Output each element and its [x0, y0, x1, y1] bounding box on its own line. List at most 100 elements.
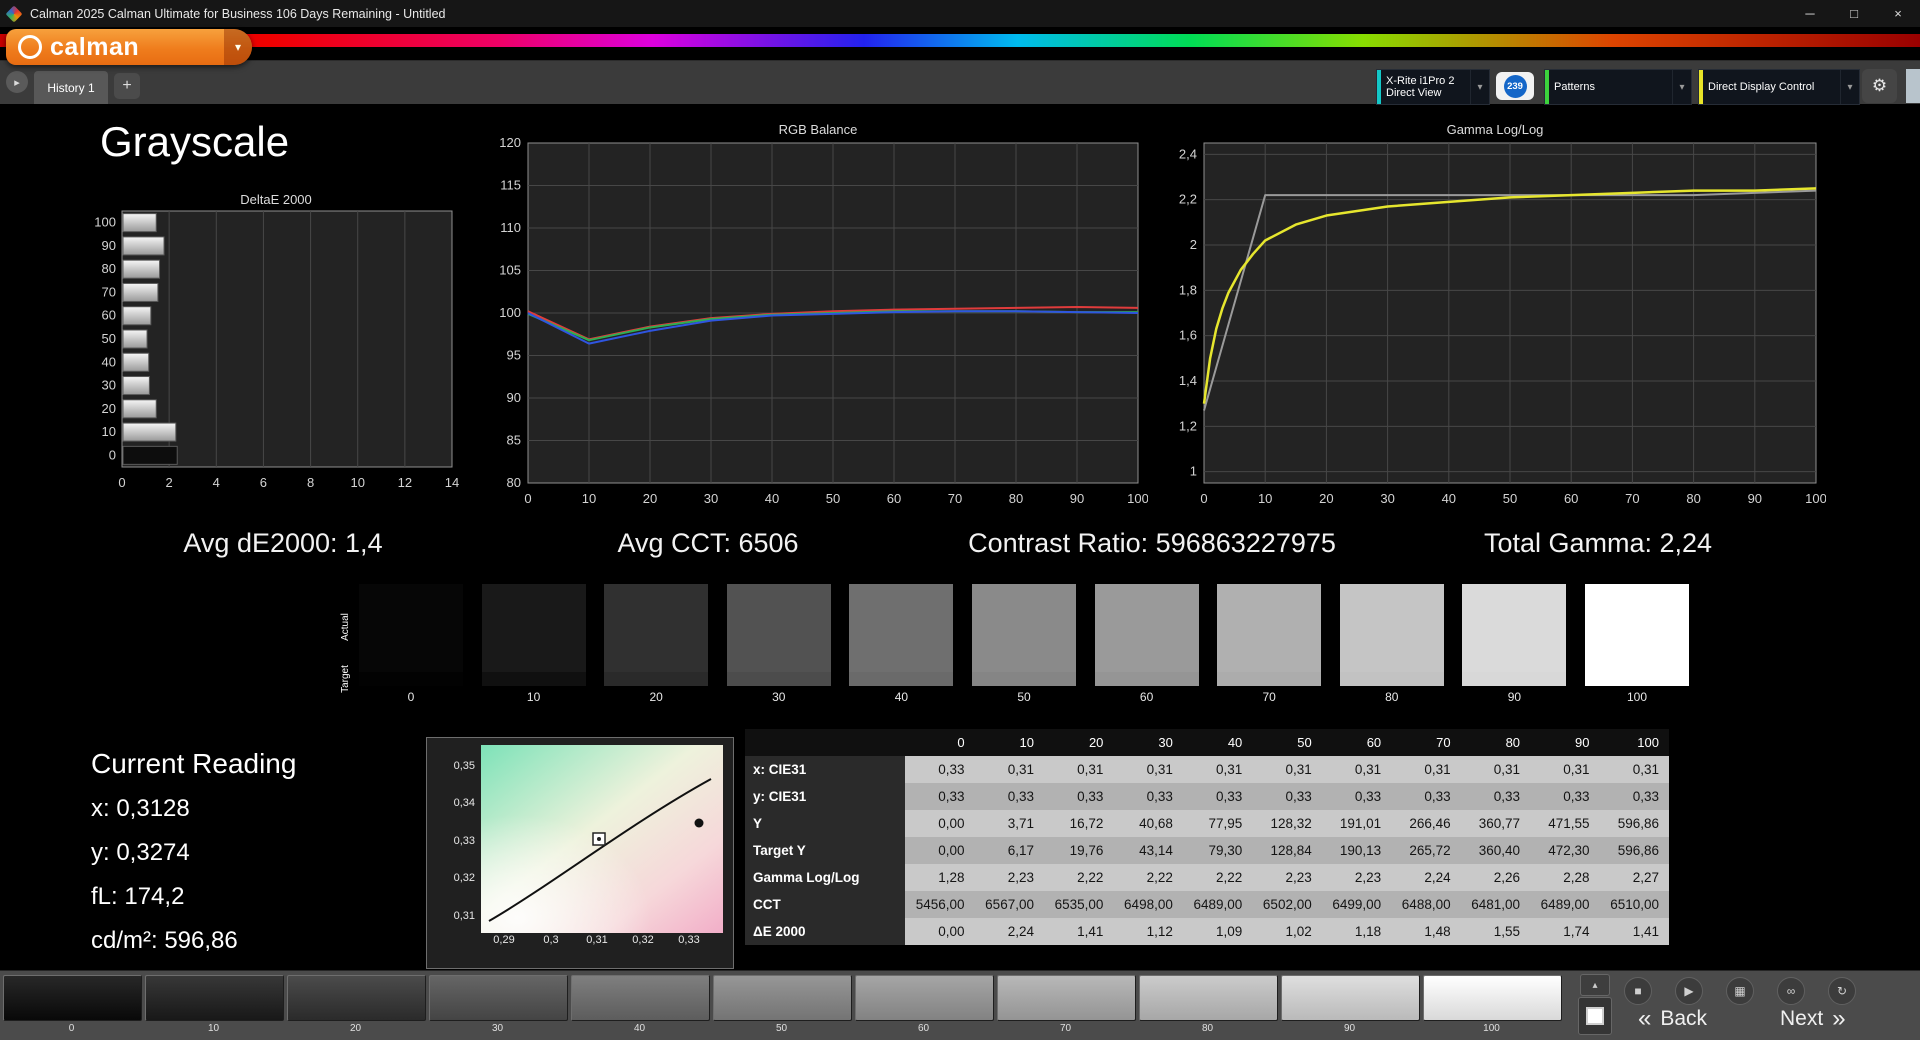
grayscale-swatch: 50	[972, 584, 1076, 704]
swatch-actual-color	[726, 584, 831, 672]
table-cell: 6481,00	[1460, 891, 1531, 918]
swatch-actual-color	[1585, 584, 1689, 672]
pattern-button-40[interactable]	[571, 975, 710, 1021]
table-row: Gamma Log/Log 1,28 2,23 2,22 2,22 2,22 2,23 2,2…	[745, 864, 1669, 891]
cie-x-tick: 0,31	[586, 934, 608, 946]
cie-y-tick: 0,35	[453, 760, 475, 772]
current-reading-line: y: 0,3274	[91, 839, 190, 866]
cie-x-tick: 0,33	[678, 934, 700, 946]
add-tab-button[interactable]: +	[114, 73, 140, 99]
pattern-button-80[interactable]	[1139, 975, 1278, 1021]
svg-text:90: 90	[507, 390, 521, 405]
table-cell: 128,32	[1252, 810, 1322, 837]
svg-text:80: 80	[1009, 491, 1023, 506]
maximize-button[interactable]: □	[1832, 0, 1876, 27]
table-cell: 0,31	[1460, 756, 1531, 783]
gamma-chart: Gamma Log/Log 0 10 20 30 40 50 60 70 80 90 100 2,4 2…	[1164, 122, 1827, 522]
table-cell: 2,22	[1113, 864, 1183, 891]
loop-icon: ∞	[1786, 984, 1796, 998]
minimize-button[interactable]: ─	[1788, 0, 1832, 27]
svg-text:0: 0	[109, 447, 116, 462]
cie-x-tick: 0,3	[543, 934, 559, 946]
svg-text:30: 30	[102, 378, 116, 393]
chevron-down-icon: ▾	[1470, 70, 1489, 104]
table-column-header: 60	[1321, 729, 1392, 756]
swatch-actual-color	[1217, 584, 1322, 672]
toolbar: ▸ History 1 + X-Rite i1Pro 2 Direct View…	[0, 60, 1920, 105]
grayscale-swatch: 100	[1585, 584, 1689, 704]
table-cell: 5456,00	[905, 891, 975, 918]
display-control-dropdown[interactable]: Direct Display Control ▾	[1698, 69, 1860, 105]
close-button[interactable]: ×	[1876, 0, 1920, 27]
table-cell: 0,31	[1182, 756, 1253, 783]
history-panel-toggle[interactable]: ▸	[6, 71, 28, 93]
table-cell: 2,23	[1321, 864, 1392, 891]
display-control-label: Direct Display Control	[1708, 81, 1815, 93]
swatch-target-color	[1339, 672, 1444, 686]
svg-text:90: 90	[1748, 491, 1762, 506]
calman-logo-icon	[18, 35, 42, 59]
cie-diagram	[481, 745, 723, 933]
play-button[interactable]: ▶	[1675, 977, 1703, 1005]
svg-text:110: 110	[500, 220, 521, 235]
table-cell: 0,33	[1182, 783, 1253, 810]
refresh-button[interactable]: ↻	[1828, 977, 1856, 1005]
pattern-button-label: 60	[917, 1023, 930, 1034]
table-cell: 3,71	[974, 810, 1044, 837]
svg-text:12: 12	[398, 475, 412, 490]
svg-text:1,8: 1,8	[1179, 282, 1197, 297]
pattern-button-100[interactable]	[1423, 975, 1562, 1021]
pattern-button-30[interactable]	[429, 975, 568, 1021]
partial-button[interactable]	[1906, 69, 1920, 103]
table-cell: 2,24	[1391, 864, 1461, 891]
swatch-label: 10	[526, 690, 541, 704]
table-cell: 0,33	[974, 783, 1044, 810]
table-cell: 1,55	[1460, 918, 1531, 945]
pattern-bar-collapse-button[interactable]: ▴	[1580, 974, 1610, 996]
svg-text:50: 50	[1503, 491, 1517, 506]
pattern-grid-button[interactable]: ▦	[1726, 977, 1754, 1005]
table-cell: 2,27	[1599, 864, 1669, 891]
table-column-header: 80	[1460, 729, 1531, 756]
pattern-button-20[interactable]	[287, 975, 426, 1021]
current-reading-line: fL: 174,2	[91, 883, 185, 910]
pattern-button-90[interactable]	[1281, 975, 1420, 1021]
calman-logo-menu[interactable]: calman ▾	[6, 29, 252, 65]
meter-status-badge[interactable]: 239	[1496, 72, 1534, 100]
table-cell: 0,33	[1252, 783, 1322, 810]
pattern-button-60[interactable]	[855, 975, 994, 1021]
grayscale-swatch: 40	[849, 584, 954, 704]
stop-button[interactable]: ■	[1624, 977, 1652, 1005]
pattern-button-label: 70	[1059, 1023, 1072, 1034]
next-button[interactable]: Next »	[1780, 1005, 1846, 1033]
back-button[interactable]: « Back	[1638, 1005, 1707, 1033]
table-cell: 0,33	[1460, 783, 1531, 810]
table-cell: 596,86	[1599, 837, 1669, 864]
table-cell: 6489,00	[1530, 891, 1600, 918]
current-reading-line: cd/m²: 596,86	[91, 927, 238, 954]
swatch-actual-color	[604, 584, 709, 672]
table-cell: 360,77	[1460, 810, 1531, 837]
settings-gear-button[interactable]: ⚙	[1862, 69, 1897, 103]
swatch-label: 20	[649, 690, 663, 704]
stop-icon: ■	[1634, 984, 1642, 998]
pattern-window-button[interactable]	[1578, 997, 1612, 1035]
table-cell: 16,72	[1043, 810, 1114, 837]
swatch-actual-color	[1339, 584, 1444, 672]
pattern-button-10[interactable]	[145, 975, 284, 1021]
svg-text:40: 40	[102, 354, 116, 369]
pattern-button-50[interactable]	[713, 975, 852, 1021]
table-corner-cell	[745, 729, 906, 756]
table-row: x: CIE31 0,33 0,31 0,31 0,31 0,31 0,31 0,31 0,31…	[745, 756, 1669, 783]
svg-text:1: 1	[1190, 464, 1197, 479]
svg-text:20: 20	[102, 401, 116, 416]
patterns-dropdown[interactable]: Patterns ▾	[1544, 69, 1692, 105]
meter-dropdown[interactable]: X-Rite i1Pro 2 Direct View ▾	[1376, 69, 1490, 105]
loop-button[interactable]: ∞	[1777, 977, 1805, 1005]
pattern-button-70[interactable]	[997, 975, 1136, 1021]
swatch-actual-color	[849, 584, 954, 672]
tab-history-1[interactable]: History 1	[34, 71, 108, 104]
table-cell: 0,33	[905, 783, 975, 810]
pattern-button-0[interactable]	[3, 975, 142, 1021]
table-cell: 6510,00	[1599, 891, 1669, 918]
